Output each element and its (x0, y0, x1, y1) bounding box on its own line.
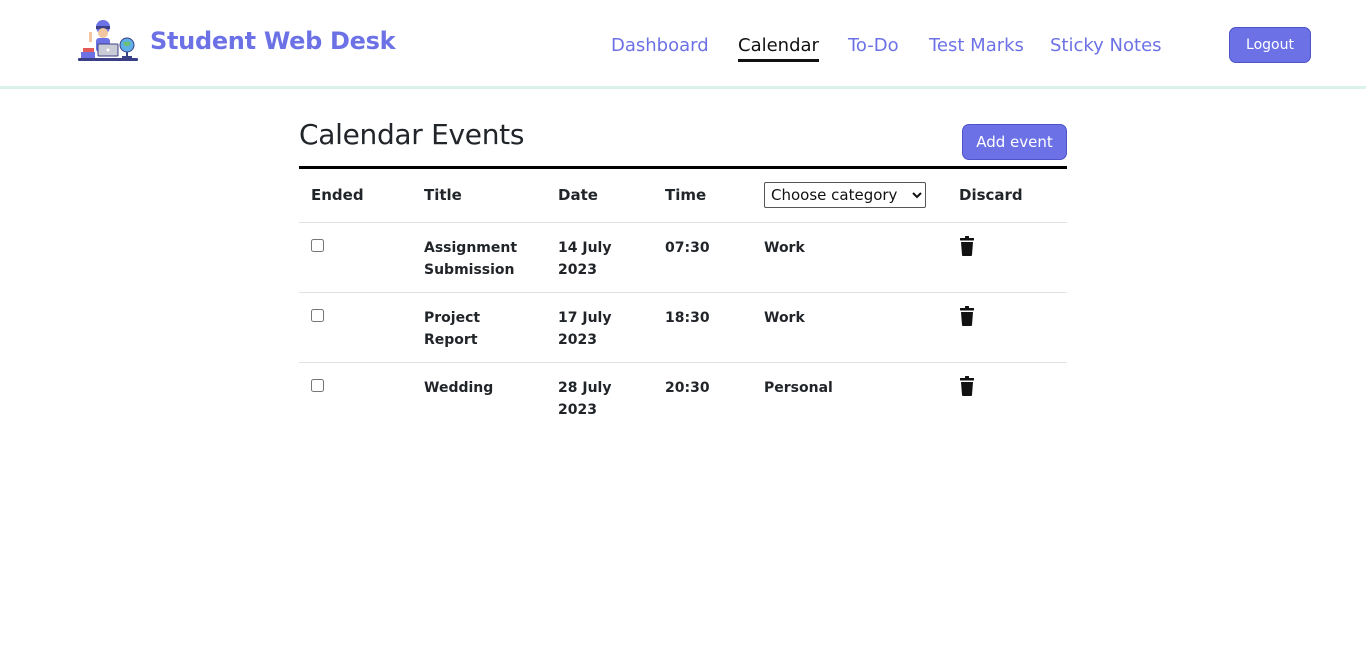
event-time: 20:30 (665, 379, 710, 396)
header-title: Title (412, 169, 546, 223)
ended-checkbox[interactable] (311, 238, 324, 252)
event-category: Personal (764, 379, 833, 396)
nav-link-sticky-notes[interactable]: Sticky Notes (1050, 33, 1162, 59)
nav-link-calendar[interactable]: Calendar (738, 33, 819, 62)
event-date: 17 July 2023 (546, 292, 653, 363)
event-title: Wedding (424, 379, 494, 396)
table-row: Project Report 17 July 2023 18:30 Work (299, 292, 1067, 363)
category-filter-select[interactable]: Choose category (764, 182, 926, 209)
event-category: Work (761, 222, 947, 293)
ended-checkbox[interactable] (311, 378, 324, 392)
trash-icon[interactable] (959, 235, 975, 256)
add-event-button[interactable]: Add event (962, 124, 1067, 160)
header-date: Date (546, 169, 653, 223)
event-title: Assignment Submission (412, 222, 546, 293)
page-title: Calendar Events (299, 118, 525, 151)
trash-icon[interactable] (959, 375, 975, 396)
event-time: 07:30 (653, 222, 761, 293)
trash-icon[interactable] (959, 305, 975, 326)
event-category: Work (761, 292, 947, 363)
table-row: Assignment Submission 14 July 2023 07:30… (299, 222, 1067, 293)
events-table: Ended Title Date Time Choose category Di… (299, 169, 1067, 432)
header-discard: Discard (947, 169, 1067, 223)
header-time: Time (653, 169, 761, 223)
nav-link-dashboard[interactable]: Dashboard (611, 33, 709, 59)
event-date: 14 July 2023 (546, 222, 653, 293)
header-category: Choose category (761, 169, 947, 223)
event-date: 28 July 2023 (558, 379, 612, 418)
brand-name: Student Web Desk (150, 27, 396, 55)
ended-checkbox[interactable] (311, 308, 324, 322)
event-time: 18:30 (653, 292, 761, 363)
navbar: Student Web Desk Dashboard Calendar To-D… (0, 0, 1366, 89)
brand-link[interactable]: Student Web Desk (77, 18, 396, 64)
header-ended: Ended (299, 169, 412, 223)
student-laptop-desk-icon (78, 20, 138, 61)
nav-link-todo[interactable]: To-Do (848, 33, 899, 59)
event-title: Project Report (412, 292, 546, 363)
table-header-row: Ended Title Date Time Choose category Di… (299, 169, 1067, 223)
nav-link-test-marks[interactable]: Test Marks (929, 33, 1024, 59)
table-row: Wedding 28 July 2023 20:30 Personal (299, 362, 1067, 432)
logout-button[interactable]: Logout (1229, 27, 1311, 63)
